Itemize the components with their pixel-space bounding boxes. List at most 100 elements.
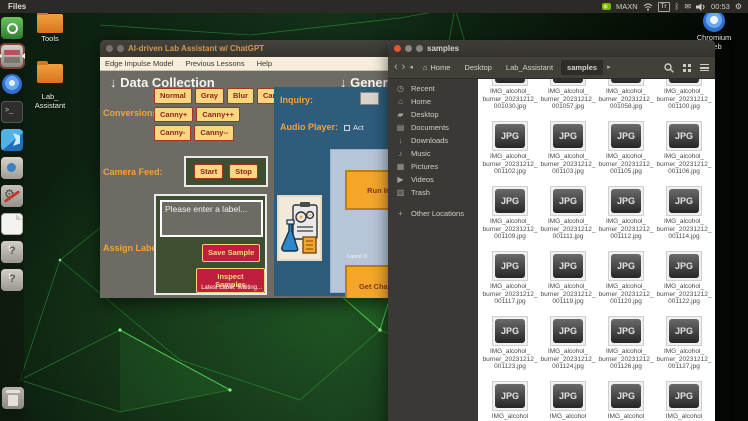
search-icon[interactable]	[664, 63, 674, 73]
menu-previous-lessons[interactable]: Previous Lessons	[185, 59, 244, 68]
code-editor-icon[interactable]	[1, 129, 23, 151]
unknown-app-icon-2[interactable]: ?	[1, 269, 23, 291]
file-item[interactable]: JPGIMG_alcohol_burner_20231212_001114.jp…	[655, 185, 713, 250]
conversion-button-cannyplus[interactable]: Canny+	[154, 107, 193, 123]
file-item[interactable]: JPGIMG_alcohol_burner_20231212_001057.jp…	[539, 79, 597, 120]
clock[interactable]: 00:53	[711, 2, 730, 11]
file-item[interactable]: JPGIMG_alcohol	[655, 380, 713, 421]
jpg-thumbnail: JPG	[492, 186, 528, 216]
files-icon[interactable]	[1, 45, 23, 67]
file-item[interactable]: JPGIMG_alcohol_burner_20231212_001058.jp…	[597, 79, 655, 120]
wifi-icon[interactable]	[643, 3, 653, 11]
inquiry-dropdown[interactable]	[360, 92, 379, 105]
back-button[interactable]: ‹	[394, 62, 398, 73]
path-scroll-right-icon[interactable]: ▸	[607, 64, 611, 71]
minimize-button[interactable]	[405, 45, 412, 52]
path-item-desktop[interactable]: Desktop	[458, 60, 498, 75]
sidebar-item-label: Recent	[411, 84, 435, 93]
audio-player-label: Audio Player:	[280, 122, 338, 132]
file-item[interactable]: JPGIMG_alcohol_burner_20231212_001122.jp…	[655, 250, 713, 315]
maximize-button[interactable]	[416, 45, 423, 52]
conversion-button-gray[interactable]: Gray	[195, 88, 224, 104]
conversion-button-cannyminusminus[interactable]: Canny--	[194, 125, 234, 141]
save-sample-button[interactable]: Save Sample	[202, 244, 260, 262]
unknown-app-icon[interactable]: ?	[1, 241, 23, 263]
app-titlebar[interactable]: AI-driven Lab Assistant w/ ChatGPT	[100, 40, 392, 57]
terminal-icon[interactable]: >_	[1, 101, 23, 123]
get-chatgpt-button[interactable]: Get ChatGP	[345, 265, 392, 298]
gpu-icon[interactable]	[602, 3, 611, 10]
file-item[interactable]: JPGIMG_alcohol_burner_20231212_001119.jp…	[539, 250, 597, 315]
label-input[interactable]	[160, 200, 263, 237]
sidebar-item-desktop[interactable]: ▰Desktop	[388, 108, 478, 121]
file-item[interactable]: JPGIMG_alcohol_burner_20231212_001127.jp…	[655, 315, 713, 380]
file-item[interactable]: JPGIMG_alcohol_burner_20231212_001124.jp…	[539, 315, 597, 380]
file-item[interactable]: JPGIMG_alcohol_burner_20231212_001112.jp…	[597, 185, 655, 250]
forward-button[interactable]: ›	[402, 62, 406, 73]
window-button[interactable]	[117, 45, 124, 52]
menu-icon[interactable]	[700, 64, 709, 71]
audio-activate-checkbox[interactable]: Act	[344, 123, 364, 132]
trash-icon[interactable]	[2, 387, 24, 409]
close-button[interactable]	[394, 45, 401, 52]
file-item[interactable]: JPGIMG_alcohol_burner_20231212_001126.jp…	[597, 315, 655, 380]
path-scroll-left-icon[interactable]: ◂	[409, 64, 413, 71]
document-app-icon[interactable]	[1, 213, 23, 235]
file-item[interactable]: JPGIMG_alcohol_burner_20231212_001117.jp…	[481, 250, 539, 315]
volume-icon[interactable]	[696, 3, 706, 11]
window-button[interactable]	[106, 45, 113, 52]
menu-help[interactable]: Help	[257, 59, 272, 68]
file-item[interactable]: JPGIMG_alcohol_burner_20231212_001123.jp…	[481, 315, 539, 380]
file-item[interactable]: JPGIMG_alcohol_burner_20231212_001102.jp…	[481, 120, 539, 185]
trash-icon: ▥	[396, 188, 405, 197]
desktop-icon-tools[interactable]: Tools	[23, 14, 77, 44]
bluetooth-icon[interactable]: ᛒ	[675, 2, 680, 11]
view-grid-icon[interactable]	[683, 64, 691, 72]
sidebar-item-home[interactable]: ⌂Home	[388, 95, 478, 108]
sidebar-item-trash[interactable]: ▥Trash	[388, 186, 478, 199]
clipboard-app-icon[interactable]	[1, 157, 23, 179]
stop-button[interactable]: Stop	[229, 164, 258, 180]
file-item[interactable]: JPGIMG_alcohol_burner_20231212_001111.jp…	[539, 185, 597, 250]
sidebar-item-videos[interactable]: ▶Videos	[388, 173, 478, 186]
file-item[interactable]: JPGIMG_alcohol	[539, 380, 597, 421]
conversion-button-blur[interactable]: Blur	[227, 88, 254, 104]
sidebar-item-music[interactable]: ♪Music	[388, 147, 478, 160]
conversion-button-cannyminus[interactable]: Canny-	[154, 125, 191, 141]
icon-glyph: ⚙	[4, 188, 15, 200]
software-center-icon[interactable]	[1, 17, 23, 39]
menu-edge-impulse[interactable]: Edge Impulse Model	[105, 59, 173, 68]
jpg-badge: JPG	[495, 189, 525, 213]
file-item[interactable]: JPGIMG_alcohol_burner_20231212_001109.jp…	[481, 185, 539, 250]
chromium-icon[interactable]	[1, 73, 23, 95]
file-item[interactable]: JPGIMG_alcohol_burner_20231212_001106.jp…	[655, 120, 713, 185]
mail-icon[interactable]: ✉	[684, 2, 691, 11]
conversion-button-normal[interactable]: Normal	[154, 88, 192, 104]
file-item[interactable]: JPGIMG_alcohol_burner_20231212_001105.jp…	[597, 120, 655, 185]
sidebar-item-documents[interactable]: ▤Documents	[388, 121, 478, 134]
keyboard-layout-indicator[interactable]: Tr	[658, 2, 670, 12]
tweaks-icon[interactable]: ⚙	[1, 185, 23, 207]
path-item-lab_assistant[interactable]: Lab_Assistant	[500, 60, 559, 75]
file-item[interactable]: JPGIMG_alcohol_burner_20231212_001103.jp…	[539, 120, 597, 185]
start-button[interactable]: Start	[194, 164, 223, 180]
file-item[interactable]: JPGIMG_alcohol_burner_20231212_001120.jp…	[597, 250, 655, 315]
files-titlebar[interactable]: samples	[388, 40, 715, 57]
file-item[interactable]: JPGIMG_alcohol_burner_20231212_001030.jp…	[481, 79, 539, 120]
sidebar-item-other-locations[interactable]: +Other Locations	[388, 207, 478, 220]
sidebar-item-downloads[interactable]: ↓Downloads	[388, 134, 478, 147]
jpg-thumbnail: JPG	[492, 121, 528, 151]
desktop-icon-lab-assistant[interactable]: Lab_ Assistant	[23, 55, 77, 119]
icon-glyph: >_	[5, 107, 13, 114]
sidebar-item-pictures[interactable]: ▦Pictures	[388, 160, 478, 173]
run-inference-button[interactable]: Run Inf	[345, 170, 392, 210]
active-app-menu[interactable]: Files	[8, 2, 26, 11]
path-item-home[interactable]: ⌂Home	[417, 60, 457, 75]
file-item[interactable]: JPGIMG_alcohol	[481, 380, 539, 421]
sidebar-item-recent[interactable]: ◷Recent	[388, 82, 478, 95]
conversion-button-cannyplusplus[interactable]: Canny++	[196, 107, 240, 123]
settings-gear-icon[interactable]: ⚙	[735, 2, 742, 11]
file-item[interactable]: JPGIMG_alcohol	[597, 380, 655, 421]
path-item-samples[interactable]: samples	[561, 60, 603, 75]
file-item[interactable]: JPGIMG_alcohol_burner_20231212_001100.jp…	[655, 79, 713, 120]
